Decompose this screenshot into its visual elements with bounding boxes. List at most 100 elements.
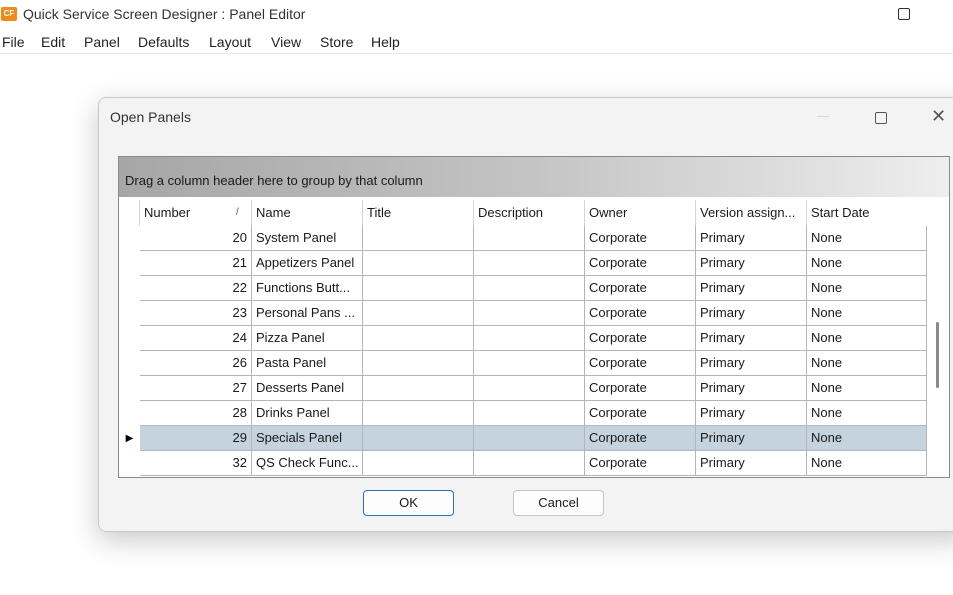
menu-panel[interactable]: Panel bbox=[84, 34, 120, 50]
cell-number[interactable]: 24 bbox=[140, 326, 252, 351]
cell-number[interactable]: 29 bbox=[140, 426, 252, 451]
cell-version-assign[interactable]: Primary bbox=[696, 326, 807, 351]
row-indicator[interactable] bbox=[119, 451, 140, 476]
cell-title[interactable] bbox=[363, 351, 474, 376]
cell-version-assign[interactable]: Primary bbox=[696, 351, 807, 376]
cell-title[interactable] bbox=[363, 376, 474, 401]
cell-start-date[interactable]: None bbox=[807, 301, 927, 326]
cell-description[interactable] bbox=[474, 301, 585, 326]
row-indicator[interactable] bbox=[119, 251, 140, 276]
cell-start-date[interactable]: None bbox=[807, 376, 927, 401]
row-indicator[interactable] bbox=[119, 326, 140, 351]
cell-description[interactable] bbox=[474, 276, 585, 301]
menu-edit[interactable]: Edit bbox=[41, 34, 65, 50]
cancel-button[interactable]: Cancel bbox=[513, 490, 604, 516]
row-indicator[interactable] bbox=[119, 226, 140, 251]
column-header-version-assign[interactable]: Version assign... bbox=[696, 200, 807, 226]
row-indicator[interactable] bbox=[119, 401, 140, 426]
cell-description[interactable] bbox=[474, 226, 585, 251]
cell-name[interactable]: Specials Panel bbox=[252, 426, 363, 451]
cell-name[interactable]: Pasta Panel bbox=[252, 351, 363, 376]
cell-owner[interactable]: Corporate bbox=[585, 451, 696, 476]
cell-title[interactable] bbox=[363, 226, 474, 251]
cell-start-date[interactable]: None bbox=[807, 276, 927, 301]
window-maximize-button[interactable] bbox=[898, 8, 910, 20]
row-indicator[interactable] bbox=[119, 301, 140, 326]
cell-start-date[interactable]: None bbox=[807, 351, 927, 376]
cell-name[interactable]: Personal Pans ... bbox=[252, 301, 363, 326]
column-header-start-date[interactable]: Start Date bbox=[807, 200, 927, 226]
cell-version-assign[interactable]: Primary bbox=[696, 426, 807, 451]
cell-title[interactable] bbox=[363, 301, 474, 326]
cell-owner[interactable]: Corporate bbox=[585, 301, 696, 326]
cell-name[interactable]: System Panel bbox=[252, 226, 363, 251]
table-row[interactable]: 24 Pizza Panel Corporate Primary None bbox=[119, 326, 949, 351]
cell-description[interactable] bbox=[474, 451, 585, 476]
cell-version-assign[interactable]: Primary bbox=[696, 451, 807, 476]
menu-file[interactable]: File bbox=[2, 34, 25, 50]
cell-owner[interactable]: Corporate bbox=[585, 376, 696, 401]
cell-number[interactable]: 20 bbox=[140, 226, 252, 251]
cell-number[interactable]: 32 bbox=[140, 451, 252, 476]
cell-start-date[interactable]: None bbox=[807, 251, 927, 276]
cell-number[interactable]: 22 bbox=[140, 276, 252, 301]
cell-number[interactable]: 21 bbox=[140, 251, 252, 276]
cell-version-assign[interactable]: Primary bbox=[696, 276, 807, 301]
menu-defaults[interactable]: Defaults bbox=[138, 34, 189, 50]
cell-owner[interactable]: Corporate bbox=[585, 426, 696, 451]
cell-description[interactable] bbox=[474, 351, 585, 376]
cell-title[interactable] bbox=[363, 276, 474, 301]
cell-owner[interactable]: Corporate bbox=[585, 326, 696, 351]
cell-description[interactable] bbox=[474, 401, 585, 426]
vertical-scrollbar[interactable] bbox=[927, 226, 947, 476]
cell-start-date[interactable]: None bbox=[807, 226, 927, 251]
column-header-description[interactable]: Description bbox=[474, 200, 585, 226]
current-row-arrow-icon[interactable]: ▶ bbox=[119, 426, 140, 451]
cell-version-assign[interactable]: Primary bbox=[696, 226, 807, 251]
cell-owner[interactable]: Corporate bbox=[585, 401, 696, 426]
cell-name[interactable]: Appetizers Panel bbox=[252, 251, 363, 276]
cell-description[interactable] bbox=[474, 426, 585, 451]
cell-owner[interactable]: Corporate bbox=[585, 276, 696, 301]
cell-number[interactable]: 28 bbox=[140, 401, 252, 426]
table-row[interactable]: 27 Desserts Panel Corporate Primary None bbox=[119, 376, 949, 401]
cell-description[interactable] bbox=[474, 326, 585, 351]
cell-owner[interactable]: Corporate bbox=[585, 351, 696, 376]
cell-start-date[interactable]: None bbox=[807, 326, 927, 351]
dialog-minimize-button[interactable] bbox=[817, 116, 829, 117]
cell-start-date[interactable]: None bbox=[807, 451, 927, 476]
menu-store[interactable]: Store bbox=[320, 34, 353, 50]
ok-button[interactable]: OK bbox=[363, 490, 454, 516]
cell-title[interactable] bbox=[363, 401, 474, 426]
group-by-panel[interactable]: Drag a column header here to group by th… bbox=[119, 157, 949, 197]
cell-title[interactable] bbox=[363, 451, 474, 476]
cell-number[interactable]: 23 bbox=[140, 301, 252, 326]
cell-version-assign[interactable]: Primary bbox=[696, 251, 807, 276]
table-row[interactable]: 32 QS Check Func... Corporate Primary None bbox=[119, 451, 949, 476]
dialog-maximize-button[interactable] bbox=[875, 112, 887, 124]
row-indicator[interactable] bbox=[119, 276, 140, 301]
menu-help[interactable]: Help bbox=[371, 34, 400, 50]
cell-owner[interactable]: Corporate bbox=[585, 251, 696, 276]
cell-name[interactable]: Functions Butt... bbox=[252, 276, 363, 301]
row-indicator[interactable] bbox=[119, 351, 140, 376]
menu-layout[interactable]: Layout bbox=[209, 34, 251, 50]
dialog-close-button[interactable]: ✕ bbox=[931, 106, 946, 126]
table-row[interactable]: 22 Functions Butt... Corporate Primary None bbox=[119, 276, 949, 301]
column-header-name[interactable]: Name bbox=[252, 200, 363, 226]
menu-view[interactable]: View bbox=[271, 34, 301, 50]
column-header-title[interactable]: Title bbox=[363, 200, 474, 226]
table-row[interactable]: 21 Appetizers Panel Corporate Primary None bbox=[119, 251, 949, 276]
cell-start-date[interactable]: None bbox=[807, 401, 927, 426]
cell-number[interactable]: 26 bbox=[140, 351, 252, 376]
table-row[interactable]: 23 Personal Pans ... Corporate Primary None bbox=[119, 301, 949, 326]
scrollbar-thumb[interactable] bbox=[936, 322, 939, 388]
cell-version-assign[interactable]: Primary bbox=[696, 376, 807, 401]
column-header-number[interactable]: Number / bbox=[140, 200, 252, 226]
cell-owner[interactable]: Corporate bbox=[585, 226, 696, 251]
cell-name[interactable]: Drinks Panel bbox=[252, 401, 363, 426]
cell-description[interactable] bbox=[474, 251, 585, 276]
cell-title[interactable] bbox=[363, 251, 474, 276]
cell-version-assign[interactable]: Primary bbox=[696, 301, 807, 326]
cell-start-date[interactable]: None bbox=[807, 426, 927, 451]
